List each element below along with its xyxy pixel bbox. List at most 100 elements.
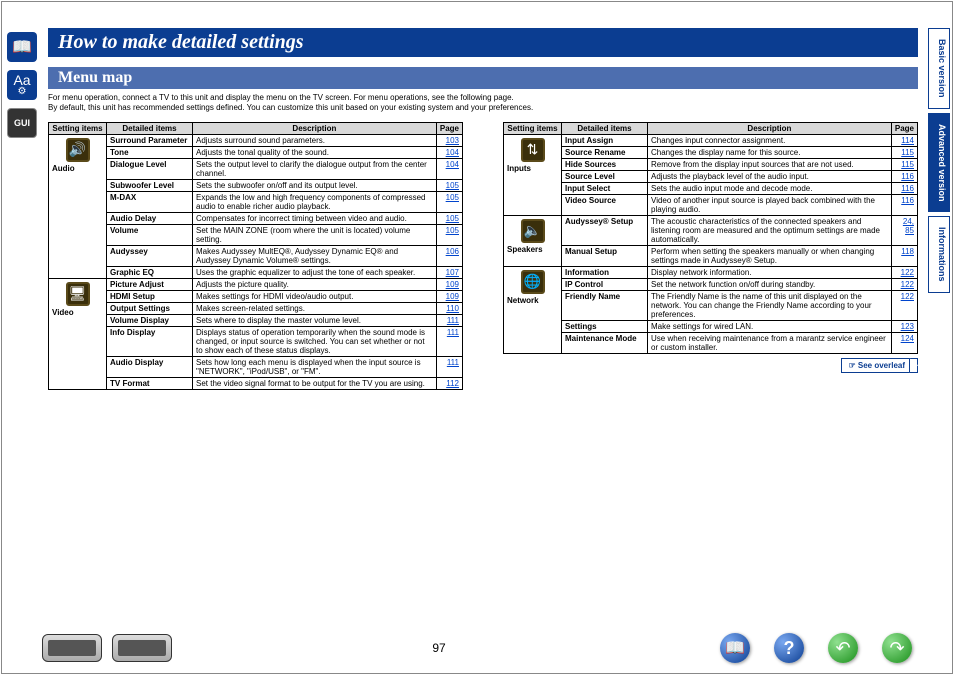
desc-cell: Sets the audio input mode and decode mod… <box>648 182 892 194</box>
help-button[interactable]: ? <box>774 633 804 663</box>
page-link[interactable]: 116 <box>895 196 914 205</box>
prev-button[interactable]: ↶ <box>828 633 858 663</box>
settings-table-left: Setting items Detailed items Description… <box>48 122 463 390</box>
desc-cell: Sets where to display the master volume … <box>193 314 437 326</box>
page-link[interactable]: 114 <box>895 136 914 145</box>
page-cell: 110 <box>436 302 462 314</box>
page-cell: 107 <box>436 266 462 278</box>
page-link[interactable]: 106 <box>440 247 459 256</box>
page-link[interactable]: 109 <box>440 280 459 289</box>
detail-cell: IP Control <box>562 278 648 290</box>
thumb-rear[interactable] <box>112 634 172 662</box>
book-button[interactable]: 📖 <box>720 633 750 663</box>
table-row: 🔊AudioSurround ParameterAdjusts surround… <box>49 134 463 146</box>
page-cell: 118 <box>891 245 917 266</box>
page-link[interactable]: 111 <box>440 328 459 337</box>
desc-cell: Make settings for wired LAN. <box>648 320 892 332</box>
page-cell: 24, 85 <box>891 215 917 245</box>
page-link[interactable]: 122 <box>895 268 914 277</box>
page-number: 97 <box>432 641 445 655</box>
gui-icon[interactable]: GUI <box>7 108 37 138</box>
category-cell-speakers: 🔈Speakers <box>504 215 562 266</box>
page-cell: 122 <box>891 278 917 290</box>
page-cell: 111 <box>436 314 462 326</box>
page-link[interactable]: 109 <box>440 292 459 301</box>
intro-text: For menu operation, connect a TV to this… <box>48 93 918 114</box>
table-row: Info DisplayDisplays status of operation… <box>49 326 463 356</box>
page-link[interactable]: 105 <box>440 226 459 235</box>
page-link[interactable]: 124 <box>895 334 914 343</box>
table-row: IP ControlSet the network function on/of… <box>504 278 918 290</box>
table-row: Maintenance ModeUse when receiving maint… <box>504 332 918 353</box>
question-icon: ? <box>784 638 795 659</box>
page-link[interactable]: 104 <box>440 148 459 157</box>
tab-basic[interactable]: Basic version <box>928 28 950 109</box>
page-cell: 105 <box>436 191 462 212</box>
page-cell: 115 <box>891 146 917 158</box>
page-link[interactable]: 115 <box>895 160 914 169</box>
page-link[interactable]: 105 <box>440 193 459 202</box>
desc-cell: Set the network function on/off during s… <box>648 278 892 290</box>
tab-advanced[interactable]: Advanced version <box>928 113 950 213</box>
category-cell-network: 🌐 Network <box>504 266 562 353</box>
page-link[interactable]: 122 <box>895 292 914 301</box>
page-link[interactable]: 111 <box>440 316 459 325</box>
category-label: Audio <box>52 164 103 173</box>
page-cell: 116 <box>891 170 917 182</box>
detail-cell: Volume Display <box>107 314 193 326</box>
see-overleaf-link[interactable]: See overleaf <box>841 358 918 373</box>
desc-cell: Compensates for incorrect timing between… <box>193 212 437 224</box>
network-icon: 🌐 <box>521 270 545 294</box>
detail-cell: Audio Display <box>107 356 193 377</box>
page-cell: 123 <box>891 320 917 332</box>
table-row: Audio DelayCompensates for incorrect tim… <box>49 212 463 224</box>
page-link[interactable]: 105 <box>440 214 459 223</box>
page-link[interactable]: 105 <box>440 181 459 190</box>
left-icon-rail: 📖 Aa⚙ GUI <box>2 2 42 673</box>
desc-cell: Sets the output level to clarify the dia… <box>193 158 437 179</box>
book-icon[interactable]: 📖 <box>7 32 37 62</box>
page-link[interactable]: 107 <box>440 268 459 277</box>
page-link[interactable]: 116 <box>895 184 914 193</box>
page-cell: 116 <box>891 182 917 194</box>
page-cell: 104 <box>436 146 462 158</box>
detail-cell: Dialogue Level <box>107 158 193 179</box>
table-row: Subwoofer LevelSets the subwoofer on/off… <box>49 179 463 191</box>
detail-cell: Video Source <box>562 194 648 215</box>
page-link[interactable]: 123 <box>895 322 914 331</box>
page-link[interactable]: 115 <box>895 148 914 157</box>
page-link[interactable]: 104 <box>440 160 459 169</box>
desc-cell: Perform when setting the speakers manual… <box>648 245 892 266</box>
thumb-front[interactable] <box>42 634 102 662</box>
next-button[interactable]: ↷ <box>882 633 912 663</box>
page-link[interactable]: 122 <box>895 280 914 289</box>
desc-cell: Displays status of operation temporarily… <box>193 326 437 356</box>
page-link[interactable]: 110 <box>440 304 459 313</box>
page-link[interactable]: 116 <box>895 172 914 181</box>
detail-cell: Info Display <box>107 326 193 356</box>
table-row: Output SettingsMakes screen-related sett… <box>49 302 463 314</box>
th-page: Page <box>436 122 462 134</box>
desc-cell: Display network information. <box>648 266 892 278</box>
detail-cell: Friendly Name <box>562 290 648 320</box>
detail-cell: Source Level <box>562 170 648 182</box>
aa-icon[interactable]: Aa⚙ <box>7 70 37 100</box>
page-cell: 105 <box>436 224 462 245</box>
table-row: SettingsMake settings for wired LAN.123 <box>504 320 918 332</box>
audio-icon: 🔊 <box>66 138 90 162</box>
inputs-icon: ⇅ <box>521 138 545 162</box>
desc-cell: Expands the low and high frequency compo… <box>193 191 437 212</box>
page-link[interactable]: 103 <box>440 136 459 145</box>
page-title: How to make detailed settings <box>48 28 918 57</box>
page-link[interactable]: 111 <box>440 358 459 367</box>
page-link[interactable]: 118 <box>895 247 914 256</box>
category-label: Network <box>507 296 558 305</box>
detail-cell: Graphic EQ <box>107 266 193 278</box>
table-row: Audio DisplaySets how long each menu is … <box>49 356 463 377</box>
table-row: Hide SourcesRemove from the display inpu… <box>504 158 918 170</box>
tab-informations[interactable]: Informations <box>928 216 950 293</box>
th-setting: Setting items <box>504 122 562 134</box>
open-book-icon: 📖 <box>725 638 745 658</box>
page-link[interactable]: 24, 85 <box>895 217 914 235</box>
page-link[interactable]: 112 <box>440 379 459 388</box>
